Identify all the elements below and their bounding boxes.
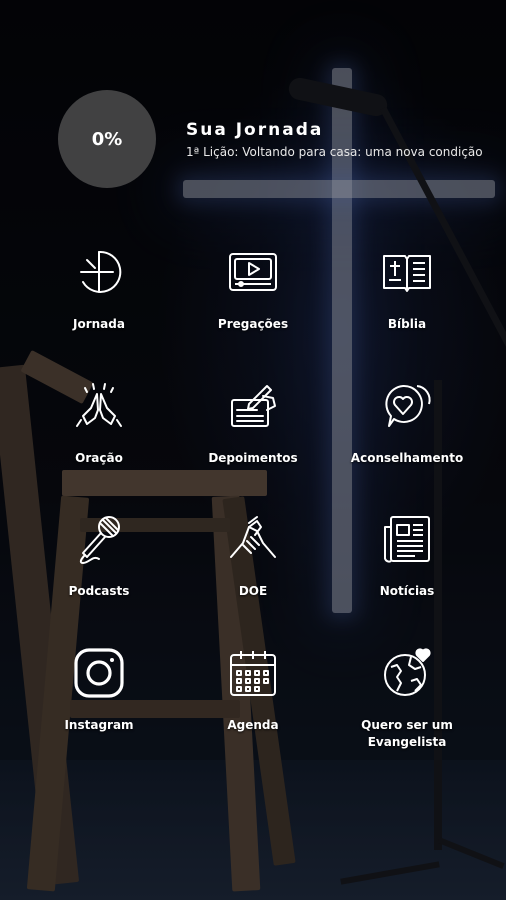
menu-item-depoimentos[interactable]: Depoimentos xyxy=(173,379,333,467)
writing-hand-icon xyxy=(226,379,280,433)
menu-label-podcasts: Podcasts xyxy=(68,584,130,598)
menu-item-evangelista[interactable]: Quero ser um Evangelista xyxy=(327,646,487,751)
menu-item-pregacoes[interactable]: Pregações xyxy=(173,245,333,333)
menu-item-agenda[interactable]: Agenda xyxy=(173,646,333,734)
journey-title[interactable]: Sua Jornada xyxy=(186,120,323,140)
bible-icon xyxy=(380,245,434,299)
menu-item-podcasts[interactable]: Podcasts xyxy=(19,512,179,600)
menu-label-aconselhamento: Aconselhamento xyxy=(350,451,464,465)
menu-item-jornada[interactable]: Jornada xyxy=(19,245,179,333)
video-play-icon xyxy=(226,245,280,299)
heart-chat-icon xyxy=(380,379,434,433)
journey-lesson[interactable]: 1ª Lição: Voltando para casa: uma nova c… xyxy=(186,145,506,159)
menu-label-pregacoes: Pregações xyxy=(217,317,289,331)
calendar-icon xyxy=(226,646,280,700)
menu-item-oracao[interactable]: Oração xyxy=(19,379,179,467)
menu-label-biblia: Bíblia xyxy=(387,317,427,331)
menu-item-doe[interactable]: DOE xyxy=(173,512,333,600)
menu-item-instagram[interactable]: Instagram xyxy=(19,646,179,734)
menu-item-noticias[interactable]: Notícias xyxy=(327,512,487,600)
menu-label-agenda: Agenda xyxy=(227,718,279,732)
menu-item-biblia[interactable]: Bíblia xyxy=(327,245,487,333)
journey-progress-text: 0% xyxy=(91,128,123,150)
microphone-icon xyxy=(72,512,126,566)
globe-heart-icon xyxy=(380,646,434,700)
praying-hands-icon xyxy=(72,379,126,433)
menu-label-jornada: Jornada xyxy=(73,317,125,331)
menu-label-instagram: Instagram xyxy=(64,718,134,732)
journey-progress-circle[interactable]: 0% xyxy=(58,90,156,188)
menu-label-noticias: Notícias xyxy=(379,584,435,598)
compass-cross-icon xyxy=(72,245,126,299)
menu-label-depoimentos: Depoimentos xyxy=(208,451,298,465)
newspaper-icon xyxy=(380,512,434,566)
menu-label-oracao: Oração xyxy=(75,451,123,465)
handshake-icon xyxy=(226,512,280,566)
instagram-icon xyxy=(72,646,126,700)
menu-item-aconselhamento[interactable]: Aconselhamento xyxy=(327,379,487,467)
menu-label-evangelista: Quero ser um Evangelista xyxy=(361,718,453,749)
menu-label-doe: DOE xyxy=(238,584,268,598)
